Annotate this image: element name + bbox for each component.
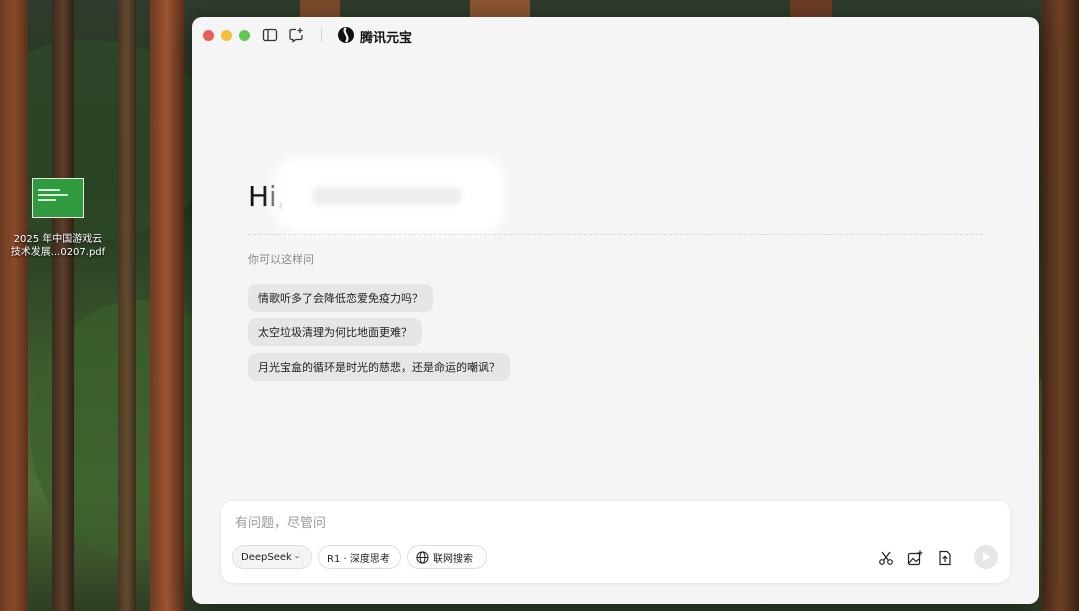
zoom-window-button[interactable]	[239, 30, 250, 41]
greeting-text: Hi,	[248, 180, 286, 213]
desktop-file-label: 2025 年中国游戏云 技术发展...0207.pdf	[10, 234, 106, 258]
chat-composer: DeepSeek R1 · 深度思考 联网搜索	[221, 501, 1010, 583]
close-window-button[interactable]	[203, 30, 214, 41]
image-add-icon[interactable]	[907, 550, 923, 566]
suggestion-chip[interactable]: 情歌听多了会降低恋爱免疫力吗？	[248, 284, 433, 312]
greeting-divider	[248, 234, 983, 235]
chat-input[interactable]	[233, 512, 977, 534]
scissors-icon[interactable]	[878, 550, 894, 566]
suggestion-chip[interactable]: 月光宝盒的循环是时光的慈悲，还是命运的嘲讽？	[248, 353, 510, 381]
model-selector-label: DeepSeek	[241, 551, 292, 563]
suggestion-chip[interactable]: 太空垃圾清理为何比地面更难？	[248, 318, 422, 346]
model-selector[interactable]: DeepSeek	[232, 545, 312, 569]
sidebar-toggle-icon[interactable]	[262, 27, 278, 43]
deep-think-label: R1 · 深度思考	[327, 553, 390, 565]
chevron-down-icon	[295, 556, 299, 559]
pdf-thumbnail-icon	[32, 178, 84, 218]
web-search-toggle[interactable]: 联网搜索	[407, 545, 487, 569]
app-window: 腾讯元宝 Hi, 你可以这样问 情歌听多了会降低恋爱免疫力吗？ 太空垃圾清理为何…	[192, 17, 1039, 604]
title-bar: 腾讯元宝	[192, 17, 1039, 53]
send-icon	[983, 552, 991, 562]
desktop-file-pdf[interactable]: 2025 年中国游戏云 技术发展...0207.pdf	[8, 178, 108, 259]
new-chat-icon[interactable]	[288, 27, 304, 43]
globe-icon	[416, 550, 429, 564]
web-search-label: 联网搜索	[433, 553, 473, 565]
deep-think-toggle[interactable]: R1 · 深度思考	[318, 545, 401, 569]
user-name-redacted	[282, 165, 497, 225]
app-title: 腾讯元宝	[360, 31, 413, 46]
minimize-window-button[interactable]	[221, 30, 232, 41]
titlebar-divider	[321, 28, 322, 42]
suggestions-heading: 你可以这样问	[248, 253, 314, 266]
send-button[interactable]	[974, 545, 998, 569]
file-upload-icon[interactable]	[937, 550, 953, 566]
yuanbao-logo-icon	[338, 27, 354, 43]
